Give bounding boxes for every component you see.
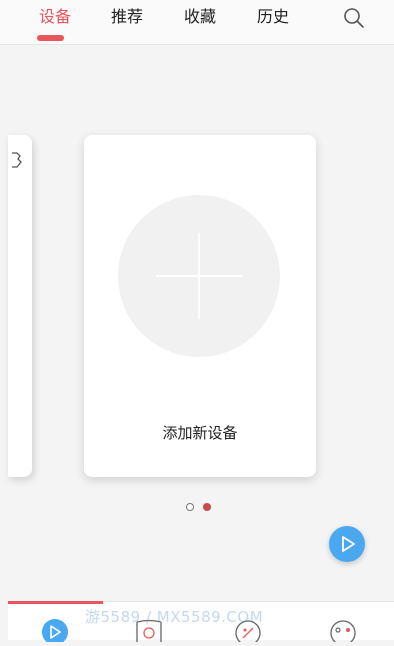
bottom-nav-discover[interactable] (233, 616, 263, 646)
add-device-card[interactable]: 添加新设备 (84, 135, 316, 477)
tab-devices[interactable]: 设备 (39, 7, 71, 27)
device-carousel[interactable]: 添加新设备 (0, 45, 394, 535)
search-icon[interactable] (343, 7, 365, 29)
tab-favorites[interactable]: 收藏 (184, 7, 216, 27)
tab-history[interactable]: 历史 (257, 7, 289, 27)
bottom-nav-camera[interactable] (134, 616, 164, 642)
previous-device-card[interactable] (8, 135, 32, 477)
top-tab-bar: 设备 推荐 收藏 历史 (0, 0, 394, 45)
compass-icon (235, 620, 261, 646)
bottom-nav-profile[interactable] (328, 616, 358, 646)
add-device-circle (118, 195, 280, 357)
add-device-label: 添加新设备 (162, 424, 238, 442)
play-icon (342, 536, 355, 552)
page-dot-1[interactable] (186, 503, 194, 511)
page-dot-2[interactable] (203, 503, 211, 511)
tab-recommended[interactable]: 推荐 (111, 7, 143, 27)
device-icon (12, 152, 22, 168)
camera-icon (136, 619, 162, 642)
play-icon (42, 619, 68, 645)
bottom-nav-play[interactable] (40, 616, 70, 645)
play-fab-button[interactable] (329, 526, 365, 562)
bottom-nav-active-indicator (8, 601, 103, 604)
active-tab-indicator (37, 35, 64, 41)
bottom-navigation (8, 601, 394, 646)
face-icon (330, 620, 356, 646)
